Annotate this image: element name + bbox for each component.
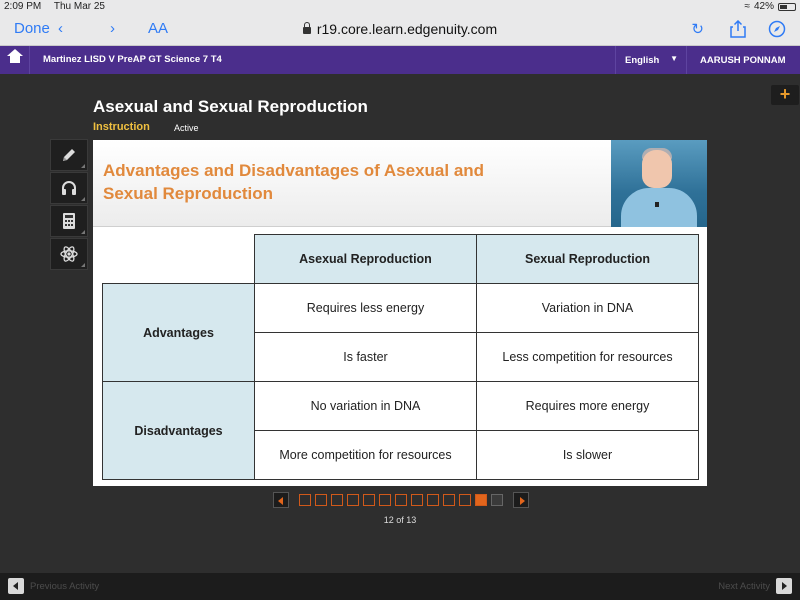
table-cell: Requires less energy xyxy=(254,283,477,333)
table-cell: Is faster xyxy=(254,332,477,382)
chevron-left-icon xyxy=(8,578,24,594)
atom-tool-button[interactable] xyxy=(50,238,88,270)
plus-button[interactable]: + xyxy=(771,85,799,105)
battery-icon xyxy=(778,2,796,11)
tools-panel xyxy=(50,139,88,271)
headphones-tool-button[interactable] xyxy=(50,172,88,204)
course-title: Martinez LISD V PreAP GT Science 7 T4 xyxy=(43,54,222,65)
wifi-icon: ≈ xyxy=(744,1,750,12)
page-indicator-6[interactable] xyxy=(379,494,391,506)
calculator-tool-button[interactable] xyxy=(50,205,88,237)
battery-percent: 42% xyxy=(753,1,774,12)
chevron-down-icon: ▼ xyxy=(670,54,678,63)
ios-status-bar: 2:09 PM Thu Mar 25 ≈ 42% xyxy=(0,0,800,14)
next-slide-button[interactable] xyxy=(513,492,529,508)
previous-activity-label: Previous Activity xyxy=(30,580,100,592)
page-indicator-9[interactable] xyxy=(427,494,439,506)
row-header-advantages: Advantages xyxy=(102,283,255,382)
status-time: 2:09 PM xyxy=(4,1,42,12)
slide-pager xyxy=(273,491,529,509)
slide: Advantages and Disadvantages of Asexual … xyxy=(93,140,707,486)
user-name[interactable]: AARUSH PONNAM xyxy=(700,55,786,66)
comparison-table: Asexual Reproduction Sexual Reproduction… xyxy=(102,234,699,480)
slide-title: Advantages and Disadvantages of Asexual … xyxy=(103,161,485,203)
lesson-title: Asexual and Sexual Reproduction xyxy=(93,97,368,116)
atom-icon xyxy=(60,246,78,262)
pencil-tool-button[interactable] xyxy=(50,139,88,171)
page-indicator-5[interactable] xyxy=(363,494,375,506)
headphones-icon xyxy=(62,181,76,195)
table-cell: No variation in DNA xyxy=(254,381,477,431)
app-header: Martinez LISD V PreAP GT Science 7 T4 En… xyxy=(0,46,800,74)
header-sexual: Sexual Reproduction xyxy=(476,234,699,284)
row-header-disadvantages: Disadvantages xyxy=(102,381,255,480)
home-icon xyxy=(6,49,23,65)
page-indicator-2[interactable] xyxy=(315,494,327,506)
share-icon[interactable] xyxy=(730,19,746,42)
page-count: 12 of 13 xyxy=(383,515,417,525)
table-cell: More competition for resources xyxy=(254,430,477,480)
page-indicator-7[interactable] xyxy=(395,494,407,506)
page-indicator-13[interactable] xyxy=(491,494,503,506)
page-indicator-10[interactable] xyxy=(443,494,455,506)
table-cell: Less competition for resources xyxy=(476,332,699,382)
calculator-icon xyxy=(63,213,75,229)
table-cell: Is slower xyxy=(476,430,699,480)
previous-slide-button[interactable] xyxy=(273,492,289,508)
status-date: Thu Mar 25 xyxy=(53,1,105,12)
page-indicator-11[interactable] xyxy=(459,494,471,506)
tab-instruction[interactable]: Instruction xyxy=(93,121,150,133)
pencil-icon xyxy=(63,149,75,161)
next-activity-label: Next Activity xyxy=(718,580,770,592)
page-indicator-3[interactable] xyxy=(331,494,343,506)
address-bar[interactable]: r19.core.learn.edgenuity.com xyxy=(0,21,800,37)
page-indicator-4[interactable] xyxy=(347,494,359,506)
previous-activity-button[interactable]: Previous Activity xyxy=(8,578,99,594)
footer-bar: Previous Activity Next Activity xyxy=(0,573,800,600)
table-cell: Requires more energy xyxy=(476,381,699,431)
page-indicator-1[interactable] xyxy=(299,494,311,506)
language-value: English xyxy=(625,55,660,66)
activity-status: Active xyxy=(174,123,199,133)
browser-toolbar: Done ‹ › AA r19.core.learn.edgenuity.com… xyxy=(0,14,800,46)
page-indicator-8[interactable] xyxy=(411,494,423,506)
language-select[interactable]: English ▼ xyxy=(615,46,687,74)
next-activity-button[interactable]: Next Activity xyxy=(718,578,792,594)
reload-icon[interactable]: ↻ xyxy=(691,20,704,38)
chevron-right-icon xyxy=(776,578,792,594)
home-button[interactable] xyxy=(0,46,30,74)
compass-icon[interactable] xyxy=(768,20,786,42)
lock-icon xyxy=(302,22,311,34)
page-indicators xyxy=(299,494,503,506)
table-cell: Variation in DNA xyxy=(476,283,699,333)
header-asexual: Asexual Reproduction xyxy=(254,234,477,284)
page-indicator-12[interactable] xyxy=(475,494,487,506)
url-text: r19.core.learn.edgenuity.com xyxy=(316,21,498,37)
slide-header: Advantages and Disadvantages of Asexual … xyxy=(93,140,611,227)
instructor-video[interactable] xyxy=(611,140,707,227)
